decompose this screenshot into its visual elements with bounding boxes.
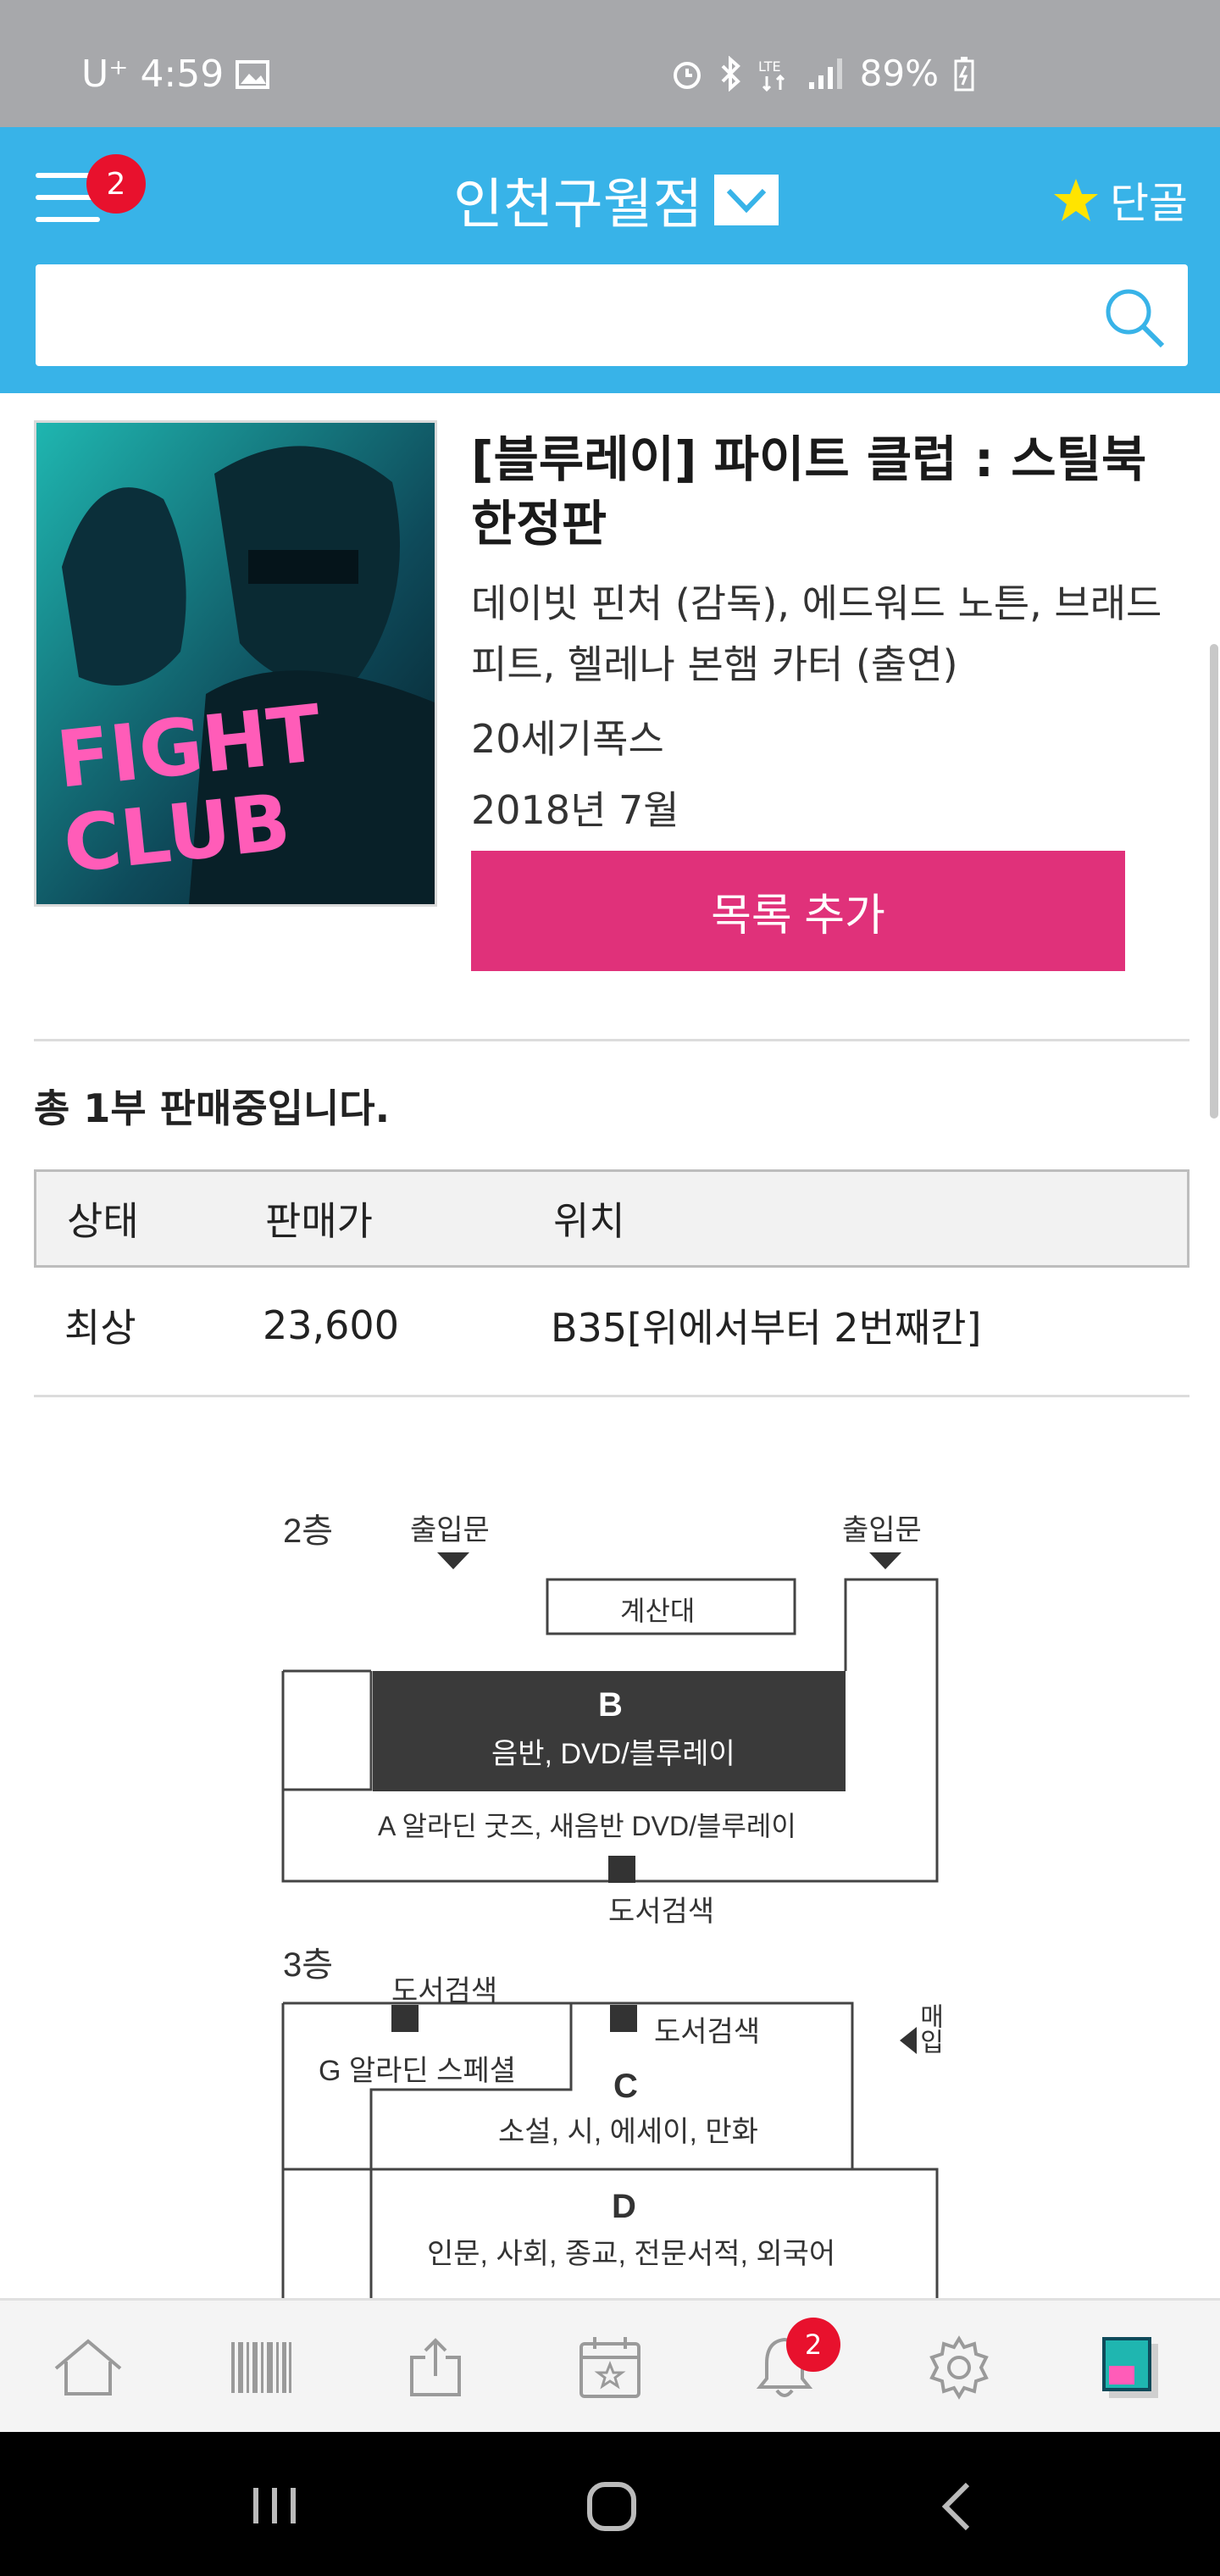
notification-badge: 2 [786, 2318, 840, 2372]
gallery-icon [236, 59, 270, 89]
back-icon[interactable] [939, 2481, 973, 2532]
home-icon [54, 2339, 122, 2396]
bottom-navigation: 2 [0, 2298, 1220, 2432]
search-icon[interactable] [1100, 283, 1167, 351]
product-publisher: 20세기폭스 [471, 716, 664, 762]
sale-summary: 총 1부 판매중입니다. [34, 1085, 391, 1131]
share-icon [410, 2338, 461, 2396]
battery-percent: 89% [859, 53, 939, 94]
cell-price: 23,600 [263, 1302, 399, 1348]
calendar-star-icon [580, 2337, 640, 2398]
store-floor-map: 2층 출입문 출입문 계산대 B 음반, DVD/블루레이 A 알라딘 굿즈, … [271, 1491, 966, 2305]
favorite-label: 단골 [1110, 179, 1188, 228]
svg-text:LTE: LTE [758, 58, 781, 75]
entrance-right-label: 출입문 [842, 1514, 922, 1546]
recent-apps-icon[interactable] [251, 2484, 298, 2527]
product-credits: 데이빗 핀처 (감독), 에드워드 노튼, 브래드 피트, 헬레나 본햄 카터 … [471, 580, 1162, 687]
stock-table-header: 상태 판매가 위치 [34, 1169, 1190, 1268]
store-name: 인천구월점 [453, 174, 703, 236]
product-title: [블루레이] 파이트 클럽 : 스틸북 한정판 [471, 430, 1147, 552]
product-cover-image: FIGHT CLUB [34, 420, 437, 907]
star-icon [1054, 179, 1098, 221]
store-selector[interactable]: 인천구월점 [453, 161, 779, 239]
alarm-icon [673, 61, 701, 89]
header-price: 판매가 [265, 1198, 373, 1244]
bluetooth-icon [721, 55, 740, 92]
gear-icon [929, 2335, 989, 2400]
zone-c-letter: C [613, 2068, 638, 2105]
entrance-left-arrow [437, 1552, 469, 1569]
carrier-label: U⁺ [81, 53, 129, 96]
zone-b-desc: 음반, DVD/블루레이 [491, 1738, 735, 1770]
menu-badge: 2 [86, 154, 146, 214]
menu-icon-bar [36, 217, 100, 222]
thumbnail-icon [1102, 2337, 1158, 2398]
chevron-down-icon [714, 175, 779, 225]
status-right: LTE 89% [670, 53, 974, 94]
lte-icon: LTE [758, 58, 785, 92]
cell-condition: 최상 [64, 1305, 136, 1351]
barcode-icon [231, 2342, 291, 2393]
divider [34, 1395, 1190, 1397]
floor3-label: 3층 [283, 1946, 334, 1984]
cell-location: B35[위에서부터 2번째칸] [551, 1305, 982, 1351]
home-button-icon[interactable] [586, 2481, 637, 2532]
zone-b-letter: B [598, 1686, 623, 1724]
status-bar: U⁺ 4:59 LTE 89% [0, 0, 1220, 127]
book-search-3f-b-label: 도서검색 [654, 2016, 761, 2048]
zone-d-letter: D [612, 2188, 636, 2225]
search-input[interactable] [36, 264, 1052, 363]
nav-settings[interactable] [900, 2301, 1018, 2434]
status-left: U⁺ 4:59 [81, 53, 270, 96]
nav-recent-item[interactable] [1071, 2301, 1190, 2434]
zone-g-label: G 알라딘 스페셜 [319, 2055, 517, 2087]
status-time: 4:59 [140, 53, 225, 96]
book-search-3f-a-label: 도서검색 [391, 1975, 498, 2007]
side-label: 매입 [915, 2003, 943, 2054]
header-condition: 상태 [67, 1198, 139, 1244]
entrance-right-arrow [869, 1552, 901, 1569]
nav-home[interactable] [29, 2301, 147, 2434]
stock-table: 상태 판매가 위치 최상 23,600 B35[위에서부터 2번째칸] [34, 1169, 1190, 1383]
divider [34, 1039, 1190, 1041]
system-navigation-bar [0, 2432, 1220, 2576]
search-bar [36, 264, 1188, 366]
favorite-store-button[interactable]: 단골 [1052, 169, 1188, 230]
add-to-list-button[interactable]: 목록 추가 [471, 851, 1125, 971]
battery-icon [954, 56, 974, 91]
app-header: 2 인천구월점 단골 [0, 127, 1220, 393]
zone-a-label: A 알라딘 굿즈, 새음반 DVD/블루레이 [378, 1811, 796, 1841]
floor2-label: 2층 [283, 1513, 334, 1550]
signal-icon [808, 58, 842, 89]
nav-calendar[interactable] [551, 2301, 669, 2434]
book-search-2f-label: 도서검색 [608, 1896, 715, 1928]
counter-label: 계산대 [620, 1596, 696, 1626]
scrollbar[interactable] [1210, 644, 1218, 1119]
zone-d-desc: 인문, 사회, 종교, 전문서적, 외국어 [427, 2238, 836, 2270]
nav-share[interactable] [376, 2301, 495, 2434]
zone-c-desc: 소설, 시, 에세이, 만화 [498, 2116, 758, 2148]
header-location: 위치 [553, 1198, 625, 1244]
product-release-date: 2018년 7월 [471, 787, 679, 833]
book-search-marker-3f-b [610, 2005, 637, 2032]
book-search-marker-2f [608, 1856, 635, 1883]
entrance-left-label: 출입문 [410, 1514, 490, 1546]
table-row: 최상 23,600 B35[위에서부터 2번째칸] [34, 1268, 1190, 1383]
nav-barcode[interactable] [202, 2301, 320, 2434]
